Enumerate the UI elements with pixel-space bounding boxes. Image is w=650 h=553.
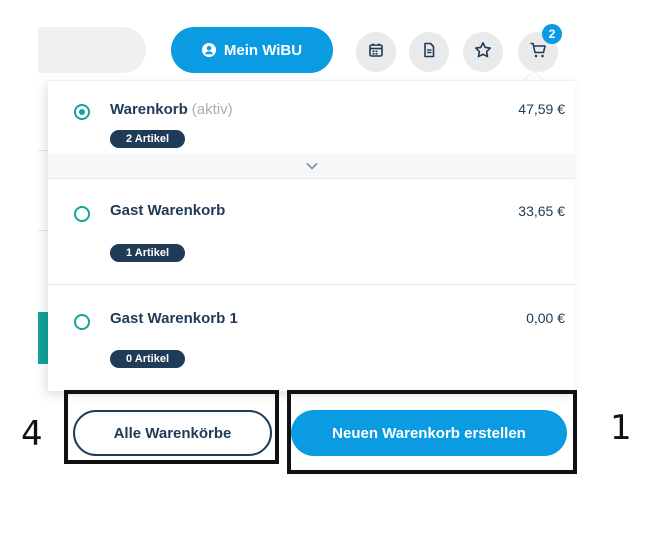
cart-count-badge: 0 Artikel [110,350,186,368]
calendar-icon [368,42,384,63]
star-icon [474,41,492,64]
account-button[interactable]: Mein WiBU [171,27,333,73]
cart-icon [529,41,547,64]
cart-price: 47,59 € [518,101,565,117]
cart-count-badge: 1 Artikel [110,244,186,262]
cart-dropdown: Warenkorb (aktiv) 47,59 € 2 Artikel Gast … [48,80,575,391]
cart-name: Gast Warenkorb 1 [110,310,238,327]
search-bar[interactable] [38,27,146,73]
favorites-button[interactable] [463,32,503,72]
cart-button[interactable]: 2 [518,24,562,72]
annotation-number-left: 4 [21,414,43,454]
cart-radio[interactable] [74,206,90,222]
cart-radio-selected[interactable] [74,104,90,120]
cart-price: 33,65 € [518,203,565,219]
cart-name: Gast Warenkorb [110,202,226,219]
cart-count-badge: 2 Artikel [110,130,186,148]
document-button[interactable] [409,32,449,72]
chevron-down-icon [305,157,318,175]
document-icon [421,42,437,63]
expand-toggle[interactable] [48,154,575,178]
cart-state: (aktiv) [191,101,233,118]
cart-price: 0,00 € [526,310,565,326]
cart-count-badge: 2 [542,24,562,44]
cart-item-active[interactable]: Warenkorb (aktiv) 47,59 € 2 Artikel [48,81,575,154]
calendar-button[interactable] [356,32,396,72]
annotation-box-right [287,390,577,474]
user-icon [201,43,216,57]
cart-item-guest[interactable]: Gast Warenkorb 33,65 € 1 Artikel [48,179,575,284]
cart-name: Warenkorb (aktiv) [110,101,233,118]
cart-radio[interactable] [74,314,90,330]
account-label: Mein WiBU [223,41,303,59]
annotation-number-right: 1 [610,408,632,448]
cart-item-guest-1[interactable]: Gast Warenkorb 1 0,00 € 0 Artikel [48,285,575,390]
annotation-box-left [64,390,279,464]
